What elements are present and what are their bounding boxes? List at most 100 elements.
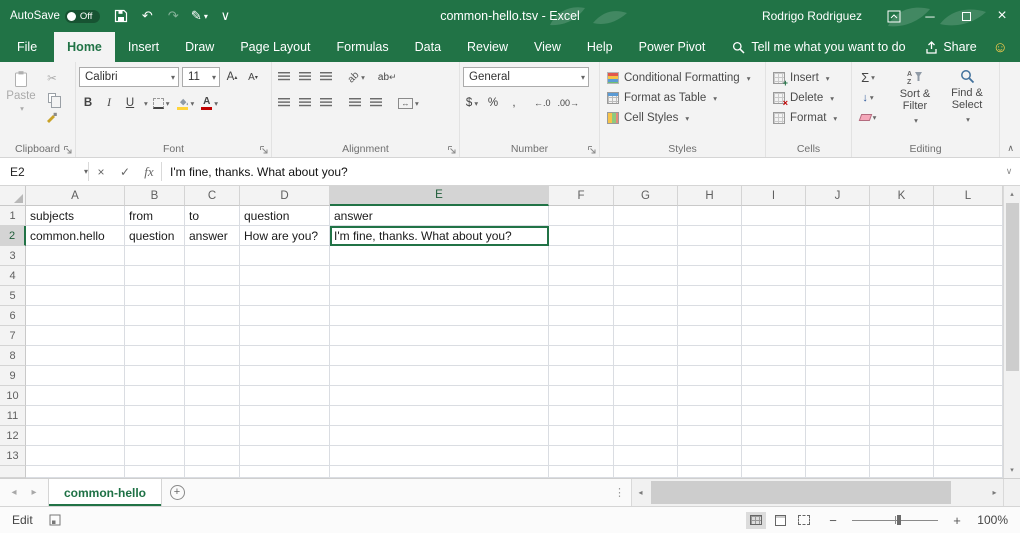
cell-G9[interactable] xyxy=(614,366,678,386)
fill-button[interactable]: ↓▾ xyxy=(855,88,881,107)
cell-C4[interactable] xyxy=(185,266,240,286)
customize-quick-access-button[interactable]: ∨ xyxy=(212,0,238,32)
cell-L13[interactable] xyxy=(934,446,1003,466)
cell-I12[interactable] xyxy=(742,426,806,446)
cell-C6[interactable] xyxy=(185,306,240,326)
cell-D10[interactable] xyxy=(240,386,330,406)
cell-J13[interactable] xyxy=(806,446,870,466)
cell-K10[interactable] xyxy=(870,386,934,406)
name-box[interactable]: E2▾ xyxy=(0,158,88,185)
touch-mode-button[interactable]: ✎▾ xyxy=(186,0,212,32)
cell-F2[interactable] xyxy=(549,226,614,246)
cell-J12[interactable] xyxy=(806,426,870,446)
align-middle-button[interactable] xyxy=(296,67,314,87)
underline-button[interactable]: U xyxy=(121,93,139,113)
fill-color-button[interactable]: ▾ xyxy=(175,93,197,113)
cell-I13[interactable] xyxy=(742,446,806,466)
cell-L10[interactable] xyxy=(934,386,1003,406)
normal-view-button[interactable] xyxy=(746,512,766,529)
cell-G3[interactable] xyxy=(614,246,678,266)
cell-L7[interactable] xyxy=(934,326,1003,346)
cell-L3[interactable] xyxy=(934,246,1003,266)
vertical-scrollbar[interactable]: ▴ ▾ xyxy=(1003,186,1020,478)
cell-F10[interactable] xyxy=(549,386,614,406)
cell-G6[interactable] xyxy=(614,306,678,326)
cell-G2[interactable] xyxy=(614,226,678,246)
scroll-down-arrow[interactable]: ▾ xyxy=(1004,462,1020,478)
cell-B6[interactable] xyxy=(125,306,185,326)
cell-B2[interactable]: question xyxy=(125,226,185,246)
column-header-K[interactable]: K xyxy=(870,186,934,206)
cell-L9[interactable] xyxy=(934,366,1003,386)
cell-I7[interactable] xyxy=(742,326,806,346)
row-header-10[interactable]: 10 xyxy=(0,386,26,406)
cell-H10[interactable] xyxy=(678,386,742,406)
confirm-entry-button[interactable]: ✓ xyxy=(113,158,137,185)
row-header-3[interactable]: 3 xyxy=(0,246,26,266)
tab-file[interactable]: File xyxy=(0,32,54,62)
zoom-slider[interactable] xyxy=(852,513,938,527)
column-header-C[interactable]: C xyxy=(185,186,240,206)
cell-I9[interactable] xyxy=(742,366,806,386)
align-left-button[interactable] xyxy=(275,93,293,113)
merge-center-button[interactable]: ↔▾ xyxy=(396,93,421,113)
column-header-I[interactable]: I xyxy=(742,186,806,206)
zoom-out-button[interactable]: − xyxy=(826,513,840,528)
row-header-1[interactable]: 1 xyxy=(0,206,26,226)
cell-K11[interactable] xyxy=(870,406,934,426)
font-name-select[interactable]: Calibri▾ xyxy=(79,67,179,87)
accounting-format-button[interactable]: $▾ xyxy=(463,93,481,113)
cell-K4[interactable] xyxy=(870,266,934,286)
column-header-A[interactable]: A xyxy=(26,186,125,206)
cell-G13[interactable] xyxy=(614,446,678,466)
cell-L4[interactable] xyxy=(934,266,1003,286)
cell-I2[interactable] xyxy=(742,226,806,246)
cell-E11[interactable] xyxy=(330,406,549,426)
column-header-F[interactable]: F xyxy=(549,186,614,206)
redo-button[interactable]: ↷ xyxy=(160,0,186,32)
cell-G10[interactable] xyxy=(614,386,678,406)
percent-style-button[interactable]: % xyxy=(484,93,502,113)
cell-H11[interactable] xyxy=(678,406,742,426)
borders-button[interactable]: ▾ xyxy=(151,93,172,113)
cell-D1[interactable]: question xyxy=(240,206,330,226)
cell-H13[interactable] xyxy=(678,446,742,466)
cell-L1[interactable] xyxy=(934,206,1003,226)
cell-G11[interactable] xyxy=(614,406,678,426)
row-header-2[interactable]: 2 xyxy=(0,226,26,246)
cell-A4[interactable] xyxy=(26,266,125,286)
bold-button[interactable]: B xyxy=(79,93,97,113)
cell-E12[interactable] xyxy=(330,426,549,446)
cell-C5[interactable] xyxy=(185,286,240,306)
cell-C7[interactable] xyxy=(185,326,240,346)
cell-E1[interactable]: answer xyxy=(330,206,549,226)
cell-C8[interactable] xyxy=(185,346,240,366)
tab-scroll-splitter[interactable]: ⋮ xyxy=(608,479,631,506)
cell-D2[interactable]: How are you? xyxy=(240,226,330,246)
cell-C3[interactable] xyxy=(185,246,240,266)
tab-review[interactable]: Review xyxy=(454,32,521,62)
cell-E9[interactable] xyxy=(330,366,549,386)
row-header-11[interactable]: 11 xyxy=(0,406,26,426)
cell-F12[interactable] xyxy=(549,426,614,446)
undo-button[interactable]: ↶ xyxy=(134,0,160,32)
copy-button[interactable] xyxy=(39,88,65,107)
cell-K13[interactable] xyxy=(870,446,934,466)
tab-data[interactable]: Data xyxy=(402,32,454,62)
decrease-indent-button[interactable] xyxy=(346,93,364,113)
cell-G7[interactable] xyxy=(614,326,678,346)
expand-formula-bar-button[interactable]: ∨ xyxy=(998,158,1020,185)
column-header-L[interactable]: L xyxy=(934,186,1003,206)
cut-button[interactable]: ✂ xyxy=(39,68,65,87)
share-button[interactable]: Share xyxy=(925,40,976,54)
tab-home[interactable]: Home xyxy=(54,32,115,62)
collapse-ribbon-button[interactable]: ∧ xyxy=(1007,143,1014,154)
tab-power-pivot[interactable]: Power Pivot xyxy=(626,32,719,62)
find-select-button[interactable]: Find & Select▾ xyxy=(941,65,993,127)
tab-view[interactable]: View xyxy=(521,32,574,62)
maximize-button[interactable] xyxy=(948,0,984,32)
cell-F13[interactable] xyxy=(549,446,614,466)
cell-L11[interactable] xyxy=(934,406,1003,426)
cell-J10[interactable] xyxy=(806,386,870,406)
cell-E5[interactable] xyxy=(330,286,549,306)
